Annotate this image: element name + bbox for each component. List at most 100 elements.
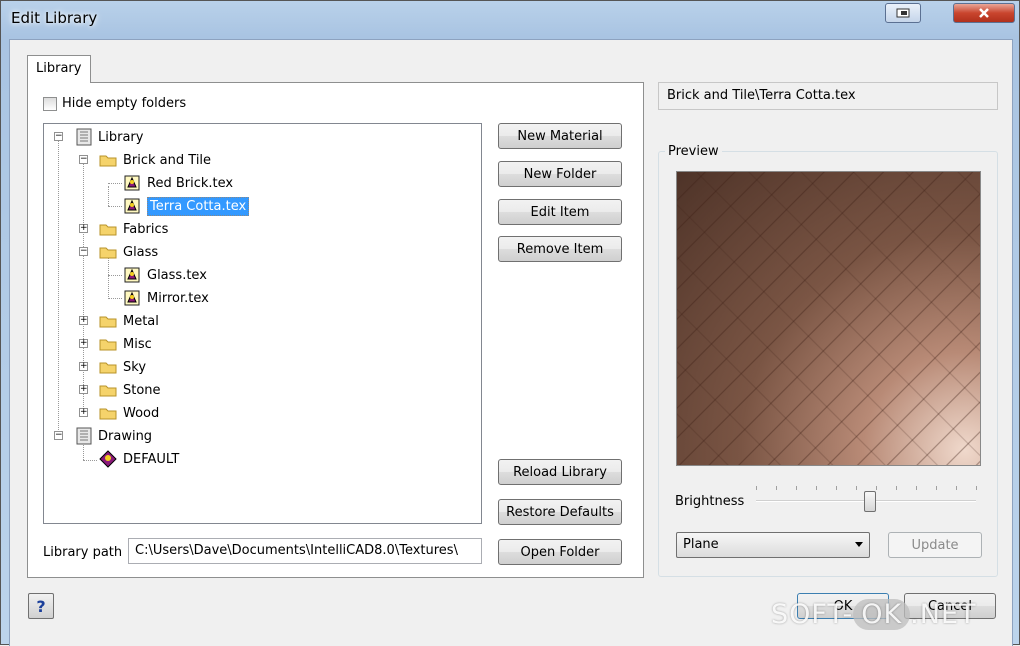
tree-connector	[83, 460, 97, 461]
close-button[interactable]	[953, 3, 1015, 23]
tree-node-label: Glass	[123, 244, 159, 260]
tree-node-glass[interactable]: Glass	[99, 242, 158, 262]
folder-icon	[99, 247, 117, 259]
tree-connector	[58, 140, 59, 440]
tree-node-label: DEFAULT	[123, 451, 180, 467]
tree-node-label: Wood	[123, 405, 160, 421]
collapse-toggle[interactable]: −	[79, 247, 88, 256]
material-icon	[99, 450, 117, 468]
folder-icon	[99, 408, 117, 420]
folder-icon	[99, 362, 117, 374]
slider-tick	[896, 486, 897, 490]
expand-toggle[interactable]: +	[79, 408, 88, 417]
library-tab-panel: Hide empty folders − Library − Brick and…	[27, 82, 644, 578]
window-title: Edit Library	[11, 9, 98, 27]
tree-node-label: Library	[98, 129, 144, 145]
texture-preview	[676, 171, 981, 466]
texture-file-icon	[124, 198, 140, 214]
tree-node-label: Red Brick.tex	[147, 175, 234, 191]
window-restore-icon	[896, 8, 910, 18]
expand-toggle[interactable]: +	[79, 362, 88, 371]
tree-node-stone[interactable]: Stone	[99, 380, 161, 400]
tree-node-glass-tex[interactable]: Glass.tex	[123, 265, 207, 285]
watermark-suffix: .NET	[910, 599, 977, 630]
preview-group-label: Preview	[665, 144, 722, 159]
slider-tick	[856, 486, 857, 490]
slider-tick	[876, 486, 877, 490]
new-material-button[interactable]: New Material	[498, 123, 622, 149]
tree-node-sky[interactable]: Sky	[99, 357, 146, 377]
expand-toggle[interactable]: +	[79, 385, 88, 394]
tab-library[interactable]: Library	[27, 55, 91, 83]
tree-node-library[interactable]: Library	[76, 127, 143, 147]
texture-file-icon	[124, 290, 140, 306]
tree-node-label: Mirror.tex	[147, 290, 209, 306]
tree-node-label: Stone	[123, 382, 161, 398]
library-tree[interactable]: − Library − Brick and Tile Red Brick.tex	[43, 123, 482, 524]
slider-tick	[836, 486, 837, 490]
slider-tick	[936, 486, 937, 490]
brightness-slider-thumb[interactable]	[864, 491, 877, 512]
help-button[interactable]: ?	[28, 593, 54, 619]
reload-library-button[interactable]: Reload Library	[498, 459, 622, 485]
collapse-toggle[interactable]: −	[54, 132, 63, 141]
tree-node-misc[interactable]: Misc	[99, 334, 152, 354]
tree-node-default[interactable]: DEFAULT	[99, 449, 179, 469]
tree-node-terra-cotta[interactable]: Terra Cotta.tex	[123, 196, 250, 216]
watermark-ok: OK	[853, 599, 911, 630]
tree-node-label: Drawing	[98, 428, 153, 444]
preview-shape-select[interactable]: Plane	[676, 532, 870, 558]
slider-tick	[956, 486, 957, 490]
expand-toggle[interactable]: +	[79, 339, 88, 348]
collapse-toggle[interactable]: −	[54, 431, 63, 440]
select-value: Plane	[683, 537, 719, 552]
new-folder-button[interactable]: New Folder	[498, 161, 622, 187]
expand-toggle[interactable]: +	[79, 316, 88, 325]
tree-node-mirror-tex[interactable]: Mirror.tex	[123, 288, 209, 308]
folder-icon	[99, 339, 117, 351]
collapse-toggle[interactable]: −	[79, 155, 88, 164]
tree-node-label: Metal	[123, 313, 159, 329]
tree-node-label: Brick and Tile	[123, 152, 212, 168]
hide-empty-folders-label: Hide empty folders	[62, 96, 187, 111]
open-folder-button[interactable]: Open Folder	[498, 539, 622, 565]
folder-icon	[99, 385, 117, 397]
tree-node-label: Glass.tex	[147, 267, 207, 283]
update-button[interactable]: Update	[888, 532, 982, 558]
title-bar[interactable]: Edit Library	[1, 1, 1019, 39]
library-icon	[76, 128, 92, 146]
tree-node-wood[interactable]: Wood	[99, 403, 159, 423]
brightness-label: Brightness	[675, 494, 745, 509]
checkbox-box[interactable]	[43, 96, 57, 111]
titlebar-context-button[interactable]	[885, 3, 921, 23]
restore-defaults-button[interactable]: Restore Defaults	[498, 499, 622, 525]
close-icon	[979, 8, 989, 18]
slider-tick	[796, 486, 797, 490]
tree-connector	[108, 183, 122, 184]
tree-connector	[108, 298, 122, 299]
dialog-client: Library Hide empty folders − Library − B…	[9, 39, 1013, 646]
tree-node-label: Misc	[123, 336, 152, 352]
watermark-prefix: SOFT-	[771, 599, 854, 630]
slider-tick	[916, 486, 917, 490]
expand-toggle[interactable]: +	[79, 224, 88, 233]
tree-node-drawing[interactable]: Drawing	[76, 426, 152, 446]
library-path-input[interactable]: C:\Users\Dave\Documents\IntelliCAD8.0\Te…	[128, 538, 482, 564]
edit-item-button[interactable]: Edit Item	[498, 199, 622, 225]
tree-node-brick-and-tile[interactable]: Brick and Tile	[99, 150, 211, 170]
tree-node-fabrics[interactable]: Fabrics	[99, 219, 168, 239]
tree-connector	[108, 275, 122, 276]
dropdown-arrow-icon	[855, 542, 863, 547]
hide-empty-folders-checkbox[interactable]: Hide empty folders	[43, 96, 186, 111]
folder-icon	[99, 224, 117, 236]
tree-node-red-brick[interactable]: Red Brick.tex	[123, 173, 233, 193]
tree-connector	[108, 186, 109, 206]
tree-node-label: Sky	[123, 359, 147, 375]
slider-tick	[776, 486, 777, 490]
watermark: SOFT- OK .NET	[771, 599, 977, 630]
library-icon	[76, 427, 92, 445]
remove-item-button[interactable]: Remove Item	[498, 236, 622, 262]
slider-tick	[816, 486, 817, 490]
tree-node-metal[interactable]: Metal	[99, 311, 159, 331]
material-name-field: Brick and Tile\Terra Cotta.tex	[658, 82, 998, 110]
